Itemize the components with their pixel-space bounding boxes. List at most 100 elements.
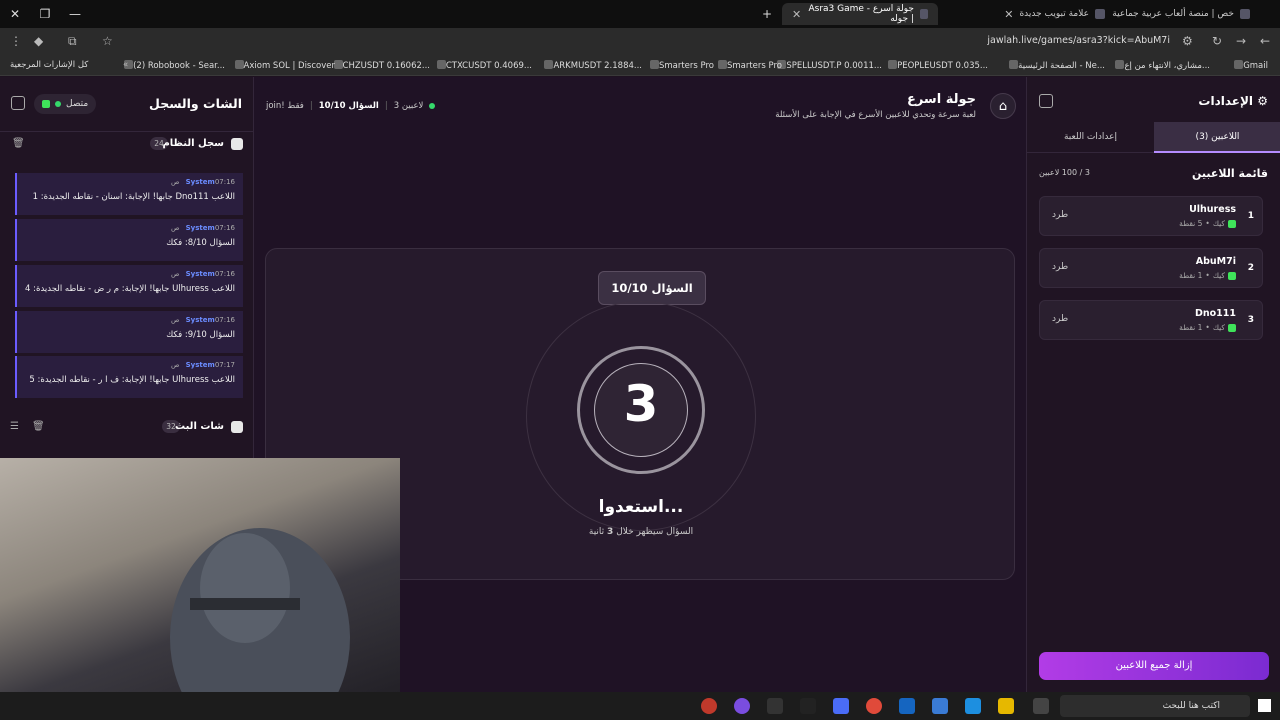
tab-jawlah[interactable]: جولة اسرع - Asra3 Game | جوله ✕ [782,3,938,25]
players-online: 3 لاعبين [393,101,424,111]
bookmarks-overflow-icon[interactable]: « [123,60,128,70]
all-bookmarks[interactable]: كل الإشارات المرجعية [10,60,88,70]
kick-icon [1228,323,1236,332]
player-name: Dno111 [1194,308,1236,319]
player-name: AbuM7i [1195,256,1236,267]
game-subtitle: لعبة سرعة وتحدي للاعبين الأسرع في الإجاب… [775,110,976,120]
bookmark-icon [1009,60,1019,69]
url-field[interactable]: jawlah.live/games/asra3?kick=AbuM7i [987,35,1170,46]
tab-game-settings[interactable]: إعدادات اللعبة [1027,122,1154,153]
bookmarks-bar: Gmail مشاري، الانتهاء من إع... الصفحة ال… [0,56,1280,76]
trash-icon[interactable]: 🗑 [32,421,45,432]
collapse-panel-icon[interactable] [11,96,25,110]
close-window-icon[interactable]: ✕ [0,0,30,28]
close-tab-icon[interactable]: ✕ [1004,8,1013,21]
system-log-title: سجل النظام [162,138,224,149]
trash-icon[interactable]: 🗑 [12,138,25,149]
bookmark-item[interactable]: Axiom SOL | Discover [232,60,335,71]
bookmark-item[interactable]: الصفحة الرئيسية - Ne... [1006,60,1105,71]
windows-start-icon[interactable] [1258,699,1271,712]
app-icon[interactable] [734,698,750,714]
game-header: join! فقط | السؤال 10/10 | 3 لاعبين جولة… [254,77,1026,132]
player-list-title: قائمة اللاعبين [1192,167,1268,180]
info-icon [231,138,243,150]
app-icon[interactable] [833,698,849,714]
site-settings-icon[interactable]: ⚙ [1182,34,1193,48]
player-row: 2 AbuM7i كيك • 1 نقطة طرد [1039,248,1263,288]
stream-chat-header: ☰ 🗑 32 شات البث [0,415,254,441]
bookmark-icon [234,60,244,69]
stream-chat-title: شات البث [175,421,224,432]
bookmark-item[interactable]: CTXCUSDT 0.4069... [434,60,532,71]
outlook-icon[interactable] [899,698,915,714]
bookmark-item[interactable]: Smarters Pro [647,60,714,71]
chat-icon [231,421,243,433]
remove-all-players-button[interactable]: إزالة جميع اللاعبين [1039,652,1269,680]
chat-log-header: متصل الشات والسجل [0,77,254,132]
new-tab-icon[interactable]: + [752,0,782,28]
bookmark-item[interactable]: CHZUSDT 0.16062... [331,60,430,71]
bookmark-item[interactable]: مشاري، الانتهاء من إع... [1112,60,1210,71]
bookmark-item[interactable]: PEOPLEUSDT 0.035... [885,60,988,71]
close-tab-icon[interactable]: ✕ [792,8,801,21]
address-bar-row: ⋮ ◆ ⧉ ☆ jawlah.live/games/asra3?kick=Abu… [0,28,1280,56]
align-icon[interactable]: ☰ [10,421,19,432]
taskbar-search[interactable]: اكتب هنا للبحث [1060,695,1250,717]
countdown-number: 3 [623,375,659,433]
bookmark-icon [717,60,727,69]
settings-panel: الإعدادات ⚙ اللاعبين (3) إعدادات اللعبة … [1026,77,1280,692]
game-info: join! فقط | السؤال 10/10 | 3 لاعبين [266,101,436,111]
kick-player-button[interactable]: طرد [1052,210,1068,220]
bookmark-item[interactable]: Smarters Pro [715,60,782,71]
kick-player-button[interactable]: طرد [1052,314,1068,324]
home-button[interactable]: ⌂ [990,93,1016,119]
extensions-puzzle-icon[interactable]: ⧉ [68,34,77,49]
tiktok-icon[interactable] [800,698,816,714]
log-message: System07:16 ص السؤال 9/10: فكك [15,311,243,353]
home-icon: ⌂ [998,98,1008,114]
bookmark-icon [1234,60,1244,69]
minimize-window-icon[interactable]: — [60,0,90,28]
bookmark-item[interactable]: SPELLUSDT.P 0.0011... [774,60,882,71]
question-progress: السؤال 10/10 [318,101,379,111]
bookmark-item[interactable]: Gmail [1231,60,1268,71]
bookmark-item[interactable]: (2) Robobook - Sear... [121,60,225,71]
webcam-figure [170,528,350,720]
tab-players[interactable]: اللاعبين (3) [1154,122,1280,153]
forward-icon[interactable]: → [1236,34,1246,48]
player-row: 1 Ulhuress كيك • 5 نقطة طرد [1039,196,1263,236]
app-icon[interactable] [701,698,717,714]
menu-dots-icon[interactable]: ⋮ [10,34,22,48]
online-dot-icon [429,103,436,109]
bookmark-icon [436,60,446,69]
tab-arabic-games[interactable]: خص | منصة ألعاب عربية جماعية [1100,3,1260,25]
bookmark-icon [888,60,898,69]
bookmark-item[interactable]: ARKMUSDT 2.1884... [541,60,642,71]
task-view-icon[interactable] [1033,698,1049,714]
file-explorer-icon[interactable] [998,698,1014,714]
bookmark-star-icon[interactable]: ☆ [102,34,113,48]
collapse-panel-icon[interactable] [1039,94,1053,108]
kick-icon [1228,219,1236,228]
kick-icon [42,100,50,108]
player-name: Ulhuress [1189,204,1236,215]
restore-window-icon[interactable]: ❐ [30,0,60,28]
chrome-icon[interactable] [866,698,882,714]
online-dot-icon [55,101,61,107]
tab-favicon-icon [1240,9,1250,19]
tab-new-tab[interactable]: علامة تبويب جديدة ✕ [945,3,1115,25]
app-icon[interactable] [767,698,783,714]
log-message: System07:17 ص اللاعب Ulhuress جابها! الإ… [15,356,243,398]
store-icon[interactable] [932,698,948,714]
browser-tab-bar: ✕ ❐ — + جولة اسرع - Asra3 Game | جوله ✕ … [0,0,1280,28]
chat-log-title: الشات والسجل [149,96,242,111]
kick-player-button[interactable]: طرد [1052,262,1068,272]
question-badge: السؤال 10/10 [598,271,706,305]
edge-icon[interactable] [965,698,981,714]
back-icon[interactable]: ← [1260,34,1270,48]
player-row: 3 Dno111 كيك • 1 نقطة طرد [1039,300,1263,340]
extension-icon[interactable]: ◆ [34,34,43,48]
game-title: جولة اسرع [906,92,976,107]
connection-status-badge: متصل [34,94,97,114]
reload-icon[interactable]: ↻ [1212,34,1222,48]
